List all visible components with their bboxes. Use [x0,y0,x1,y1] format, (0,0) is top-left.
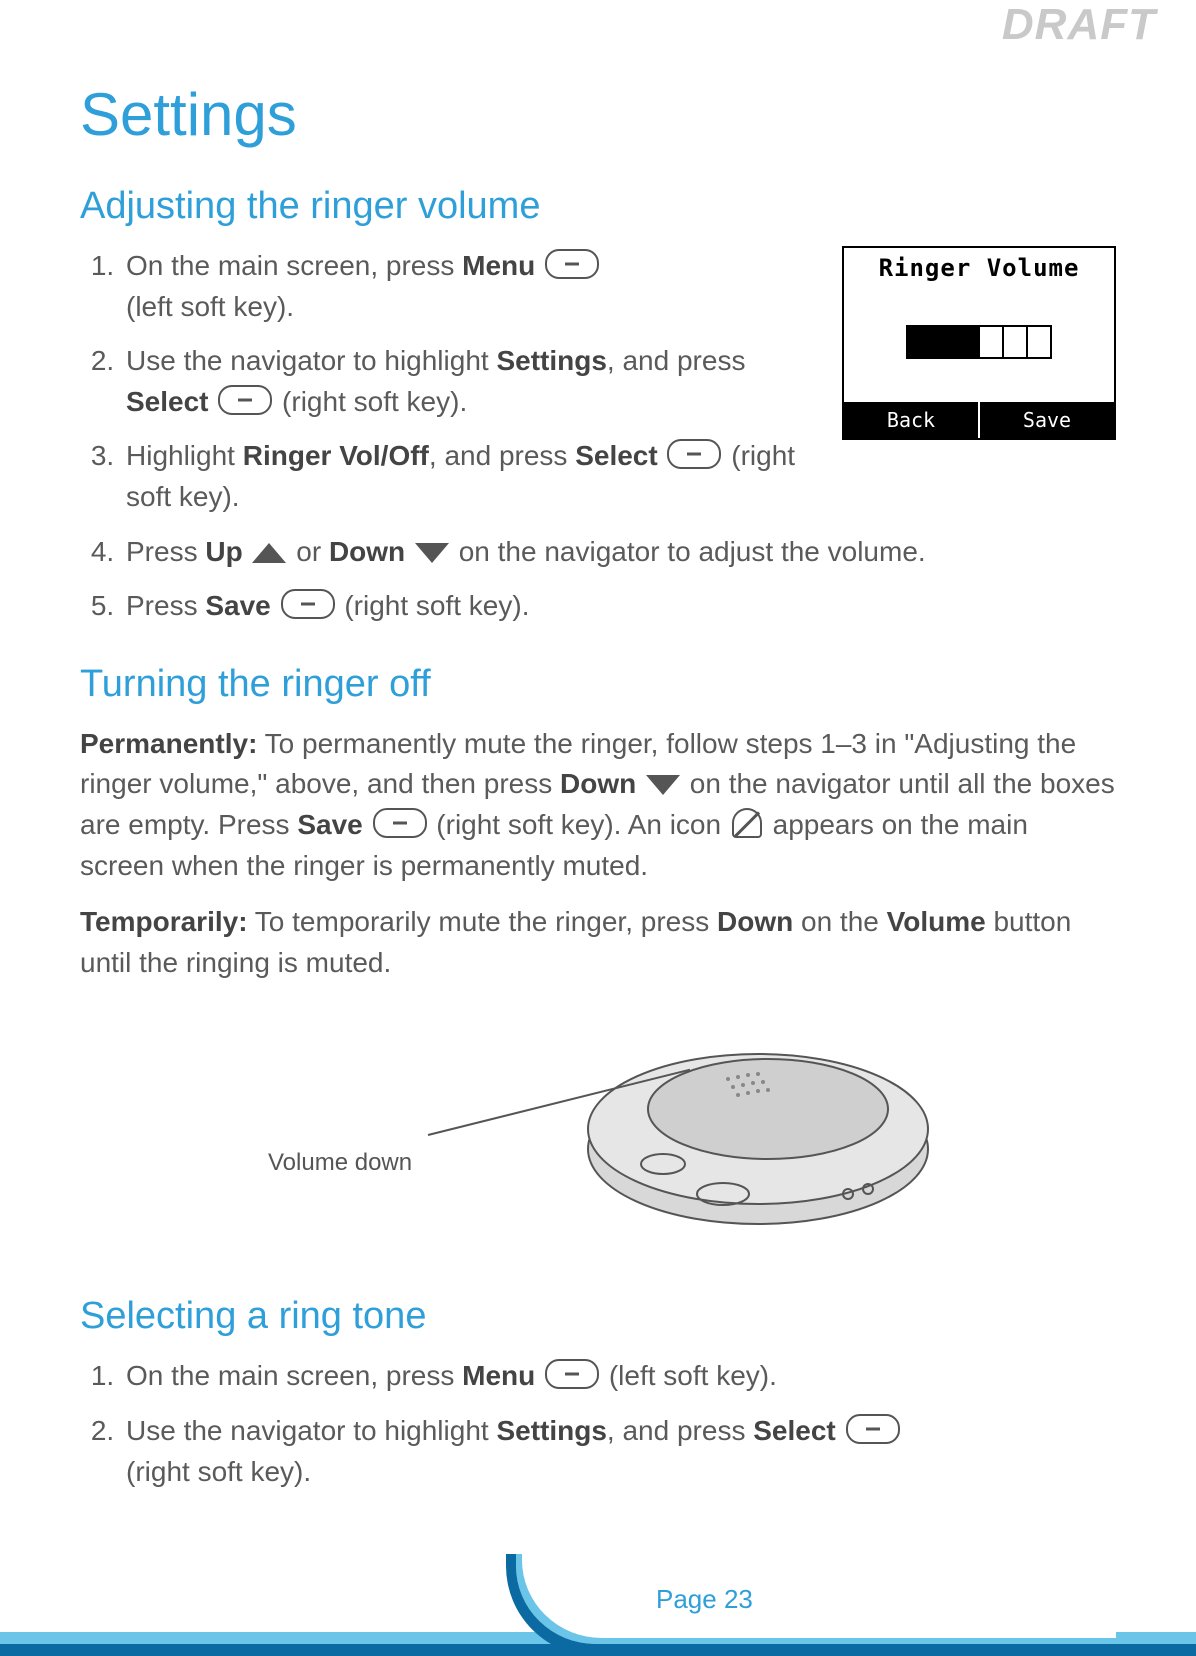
text: Press [126,536,205,567]
softkey-icon [545,1359,599,1389]
adjusting-steps-cont: Press Up or Down on the navigator to adj… [80,532,1116,627]
softkey-icon [545,249,599,279]
draft-watermark: DRAFT [1002,0,1156,50]
page-title: Settings [80,80,1116,149]
softkey-icon [218,385,272,415]
text: Highlight [126,440,243,471]
step-2: Use the navigator to highlight Settings,… [122,341,812,422]
footer-swoop: Page 23 [506,1554,1116,1656]
phone-softkeys: Back Save [844,402,1114,438]
bold: Settings [496,345,606,376]
page-number: Page 23 [656,1584,753,1615]
phone-screen-mock: Ringer Volume Back Save [842,246,1116,440]
volume-box-filled [954,325,980,359]
callout-label: Volume down [268,1149,412,1177]
text: on the [793,906,886,937]
step-1: On the main screen, press Menu (left sof… [122,246,812,327]
bold: Select [753,1415,836,1446]
bold: Down [560,768,636,799]
bold: Save [297,809,362,840]
text: , and press [429,440,575,471]
arrow-down-icon [646,775,680,795]
volume-box-filled [930,325,956,359]
text: Use the navigator to highlight [126,345,496,376]
bold: Down [329,536,405,567]
text: On the main screen, press [126,1360,462,1391]
arrow-down-icon [415,543,449,563]
section-adjusting-heading: Adjusting the ringer volume [80,185,1116,228]
ring-tone-steps: On the main screen, press Menu (left sof… [80,1356,1116,1492]
volume-box-empty [1002,325,1028,359]
page-content: Settings Adjusting the ringer volume On … [0,0,1196,1492]
phone-softkey-save: Save [980,402,1114,438]
text: (left soft key). [609,1360,777,1391]
temporarily-paragraph: Temporarily: To temporarily mute the rin… [80,902,1116,983]
text: , and press [607,1415,753,1446]
softkey-icon [373,808,427,838]
rt-step-1: On the main screen, press Menu (left sof… [122,1356,1116,1397]
softkey-icon [846,1414,900,1444]
bold: Settings [496,1415,606,1446]
text: Use the navigator to highlight [126,1415,496,1446]
step-3: Highlight Ringer Vol/Off, and press Sele… [122,436,812,517]
bold: Temporarily: [80,906,248,937]
bell-off-icon [732,808,762,838]
volume-box-empty [1026,325,1052,359]
volume-box-filled [906,325,932,359]
text: (left soft key). [126,291,294,322]
volume-boxes [844,317,1114,373]
device-illustration [568,999,948,1249]
text: , and press [607,345,746,376]
page-footer: Page 23 [0,1566,1196,1656]
bold: Down [717,906,793,937]
bold: Menu [462,250,535,281]
volume-box-empty [978,325,1004,359]
permanently-paragraph: Permanently: To permanently mute the rin… [80,724,1116,886]
softkey-icon [281,589,335,619]
text: (right soft key). [344,590,529,621]
text: on the navigator to adjust the volume. [459,536,926,567]
section-turning-off-heading: Turning the ringer off [80,663,1116,706]
section-ring-tone-heading: Selecting a ring tone [80,1295,1116,1338]
rt-step-2: Use the navigator to highlight Settings,… [122,1411,1116,1492]
bold: Permanently: [80,728,257,759]
text: To temporarily mute the ringer, press [248,906,717,937]
text: or [296,536,329,567]
bold: Select [575,440,658,471]
bold: Up [205,536,242,567]
text: (right soft key). [126,1456,311,1487]
phone-screen-title: Ringer Volume [844,248,1114,288]
text: Press [126,590,205,621]
arrow-up-icon [252,543,286,563]
softkey-icon [667,439,721,469]
text: On the main screen, press [126,250,462,281]
bold: Volume [887,906,986,937]
text: (right soft key). [274,386,467,417]
step-5: Press Save (right soft key). [122,586,1116,627]
adjusting-steps: On the main screen, press Menu (left sof… [80,246,812,518]
device-figure: Volume down [248,999,948,1259]
bold: Menu [462,1360,535,1391]
phone-softkey-back: Back [844,402,980,438]
bold: Ringer Vol/Off [243,440,429,471]
step-4: Press Up or Down on the navigator to adj… [122,532,1116,573]
adjusting-block: On the main screen, press Menu (left sof… [80,246,1116,532]
text: (right soft key). An icon [429,809,729,840]
bold: Save [205,590,270,621]
bold: Select [126,386,209,417]
